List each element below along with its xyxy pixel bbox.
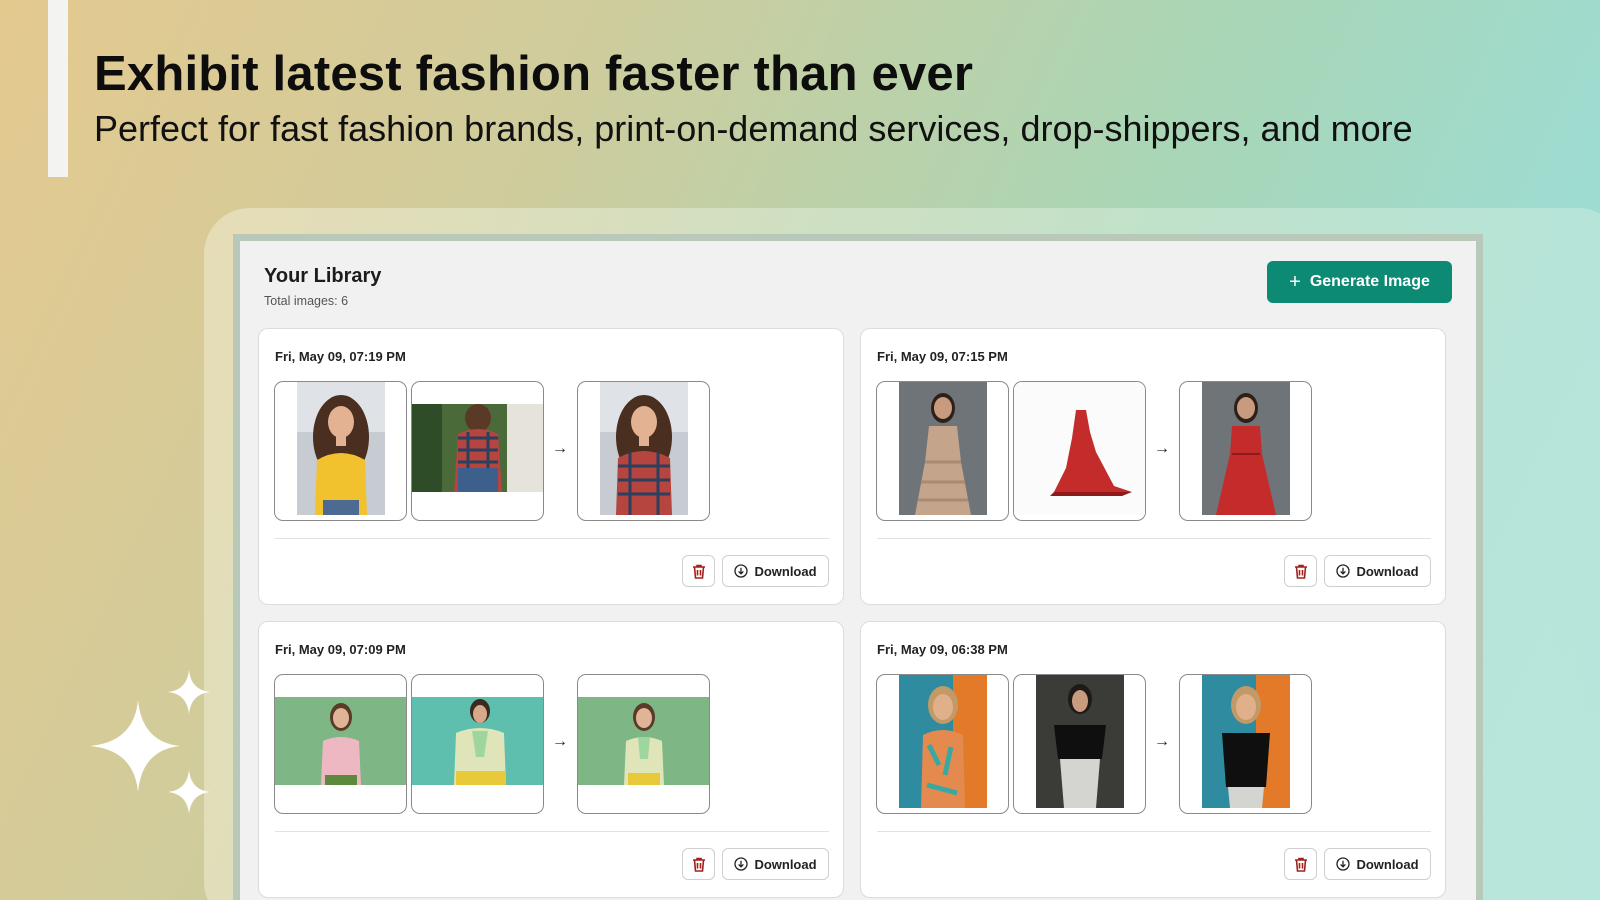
garment-photo: [1036, 675, 1124, 808]
download-icon: [734, 857, 749, 871]
trash-icon: [692, 564, 705, 579]
garment-thumbnail[interactable]: [1013, 381, 1146, 521]
download-label: Download: [754, 856, 817, 872]
delete-button[interactable]: [1284, 848, 1317, 880]
library-card: Fri, May 09, 06:38 PM → Download: [860, 621, 1446, 898]
delete-button[interactable]: [682, 848, 715, 880]
download-label: Download: [754, 563, 817, 579]
card-date: Fri, May 09, 07:19 PM: [275, 349, 406, 364]
card-date: Fri, May 09, 06:38 PM: [877, 642, 1008, 657]
result-thumbnail[interactable]: [577, 381, 710, 521]
trash-icon: [1294, 564, 1307, 579]
library-card: Fri, May 09, 07:19 PM → Download: [258, 328, 844, 605]
image-count: Total images: 6: [264, 294, 349, 308]
garment-photo: [412, 404, 543, 492]
delete-button[interactable]: [682, 555, 715, 587]
hero-subtitle: Perfect for fast fashion brands, print-o…: [94, 108, 1413, 149]
download-button[interactable]: Download: [722, 555, 829, 587]
generate-image-button[interactable]: + Generate Image: [1267, 261, 1452, 303]
download-button[interactable]: Download: [722, 848, 829, 880]
trash-icon: [1294, 857, 1307, 872]
person-thumbnail[interactable]: [274, 674, 407, 814]
person-thumbnail[interactable]: [876, 674, 1009, 814]
library-card: Fri, May 09, 07:15 PM → Download: [860, 328, 1446, 605]
arrow-icon: →: [1154, 733, 1170, 750]
card-date: Fri, May 09, 07:09 PM: [275, 642, 406, 657]
hero-title: Exhibit latest fashion faster than ever: [94, 47, 974, 101]
download-icon: [1336, 857, 1351, 871]
download-label: Download: [1356, 563, 1419, 579]
download-button[interactable]: Download: [1324, 555, 1431, 587]
garment-photo: [412, 697, 543, 785]
card-divider: [275, 831, 829, 832]
card-divider: [877, 538, 1431, 539]
person-photo: [899, 382, 987, 515]
person-photo: [275, 697, 406, 785]
download-icon: [734, 564, 749, 578]
page-title: Your Library: [264, 265, 382, 287]
person-photo: [297, 382, 385, 515]
download-label: Download: [1356, 856, 1419, 872]
card-date: Fri, May 09, 07:15 PM: [877, 349, 1008, 364]
result-photo: [1202, 675, 1290, 808]
garment-photo: [1014, 382, 1145, 515]
card-divider: [275, 538, 829, 539]
result-photo: [1202, 382, 1290, 515]
arrow-icon: →: [552, 440, 568, 457]
result-photo: [600, 382, 688, 515]
garment-thumbnail[interactable]: [1013, 674, 1146, 814]
result-thumbnail[interactable]: [577, 674, 710, 814]
trash-icon: [692, 857, 705, 872]
download-button[interactable]: Download: [1324, 848, 1431, 880]
plus-icon: +: [1289, 271, 1301, 293]
person-thumbnail[interactable]: [876, 381, 1009, 521]
delete-button[interactable]: [1284, 555, 1317, 587]
sparkle-icon: [90, 670, 210, 814]
person-thumbnail[interactable]: [274, 381, 407, 521]
library-screen: Your Library Total images: 6 + Generate …: [240, 241, 1476, 900]
garment-thumbnail[interactable]: [411, 674, 544, 814]
result-photo: [578, 697, 709, 785]
result-thumbnail[interactable]: [1179, 381, 1312, 521]
generate-image-label: Generate Image: [1309, 273, 1430, 290]
result-thumbnail[interactable]: [1179, 674, 1312, 814]
download-icon: [1336, 564, 1351, 578]
accent-bar: [48, 0, 68, 177]
person-photo: [899, 675, 987, 808]
garment-thumbnail[interactable]: [411, 381, 544, 521]
arrow-icon: →: [1154, 440, 1170, 457]
arrow-icon: →: [552, 733, 568, 750]
library-card: Fri, May 09, 07:09 PM → Download: [258, 621, 844, 898]
card-divider: [877, 831, 1431, 832]
